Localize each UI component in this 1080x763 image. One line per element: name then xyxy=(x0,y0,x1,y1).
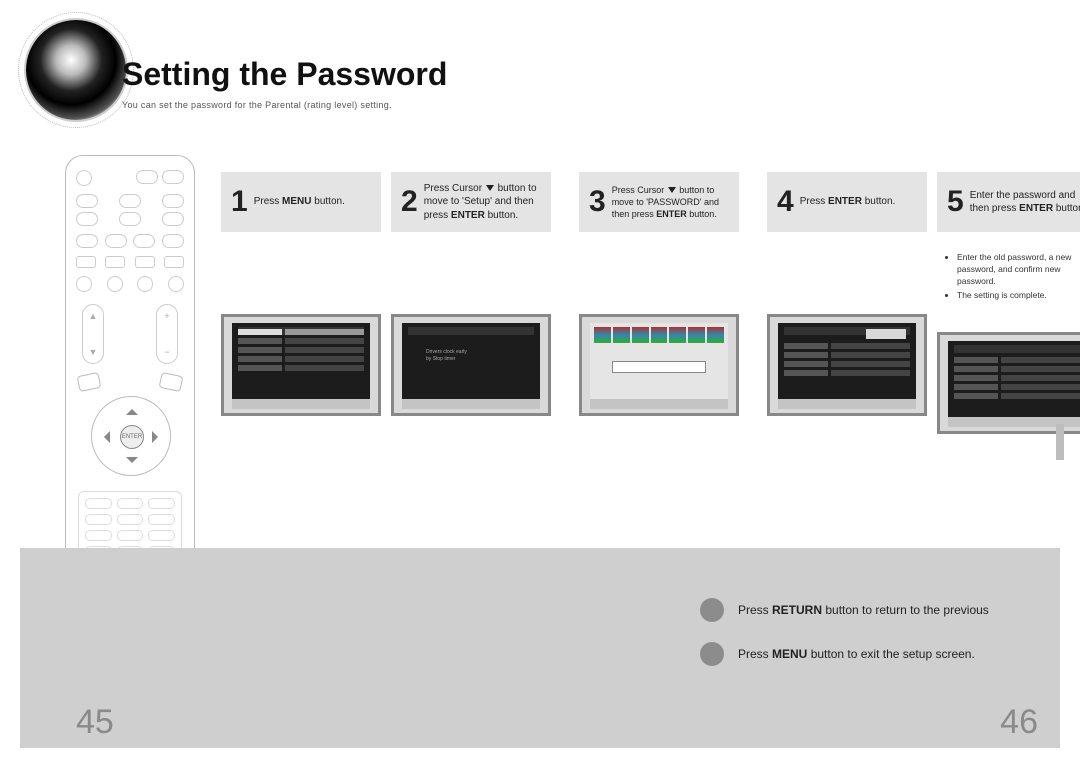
step-2: 2 Press Cursor button to move to 'Setup'… xyxy=(391,172,551,434)
step-text: Enter the password and then press ENTER … xyxy=(970,189,1080,216)
tv-screenshot-3 xyxy=(579,314,739,416)
tv-screenshot-5 xyxy=(937,332,1080,434)
step-1: 1 Press MENU button. xyxy=(221,172,381,434)
tip-text: Press MENU button to exit the setup scre… xyxy=(738,647,975,661)
step-text: Press MENU button. xyxy=(254,195,345,209)
tv-screenshot-4 xyxy=(767,314,927,416)
step-4: 4 Press ENTER button. xyxy=(767,172,927,434)
footer-area: Press RETURN button to return to the pre… xyxy=(20,548,1060,748)
speaker-decoration-icon xyxy=(26,20,126,120)
steps-row: 1 Press MENU button. 2 Press Cursor butt… xyxy=(221,172,1080,434)
remote-volume-rock-icon: +− xyxy=(156,304,178,364)
note-item: The setting is complete. xyxy=(957,290,1080,302)
page-subtitle: You can set the password for the Parenta… xyxy=(122,100,392,110)
footer-tips: Press RETURN button to return to the pre… xyxy=(700,598,1060,686)
tv-screenshot-1 xyxy=(221,314,381,416)
step-number: 5 xyxy=(947,185,964,219)
step-text: Press Cursor button to move to 'Setup' a… xyxy=(424,182,545,223)
tip-bullet-icon xyxy=(700,642,724,666)
page-title: Setting the Password xyxy=(122,56,447,93)
remote-enter-button: ENTER xyxy=(120,425,144,449)
note-item: Enter the old password, a new password, … xyxy=(957,252,1080,288)
remote-misc-button xyxy=(159,372,184,392)
step-number: 1 xyxy=(231,185,248,219)
step-number: 2 xyxy=(401,185,418,219)
page-number-right: 46 xyxy=(1000,703,1038,742)
remote-channel-rock-icon: ▲▼ xyxy=(82,304,104,364)
step-number: 4 xyxy=(777,185,794,219)
section-tab-marker xyxy=(1056,424,1064,460)
remote-dpad: ENTER xyxy=(91,396,171,476)
step-text: Press Cursor button to move to 'PASSWORD… xyxy=(612,184,733,220)
remote-misc-button xyxy=(77,372,102,392)
page-number-left: 45 xyxy=(76,703,114,742)
step-5: 5 Enter the password and then press ENTE… xyxy=(937,172,1080,434)
tip-bullet-icon xyxy=(700,598,724,622)
tip-text: Press RETURN button to return to the pre… xyxy=(738,603,989,617)
step-number: 3 xyxy=(589,185,606,219)
step-3: 3 Press Cursor button to move to 'PASSWO… xyxy=(579,172,739,434)
step-5-notes: Enter the old password, a new password, … xyxy=(937,244,1080,302)
step-text: Press ENTER button. xyxy=(800,195,896,209)
tv-screenshot-2: Drivers clock earlyby Stop timer xyxy=(391,314,551,416)
